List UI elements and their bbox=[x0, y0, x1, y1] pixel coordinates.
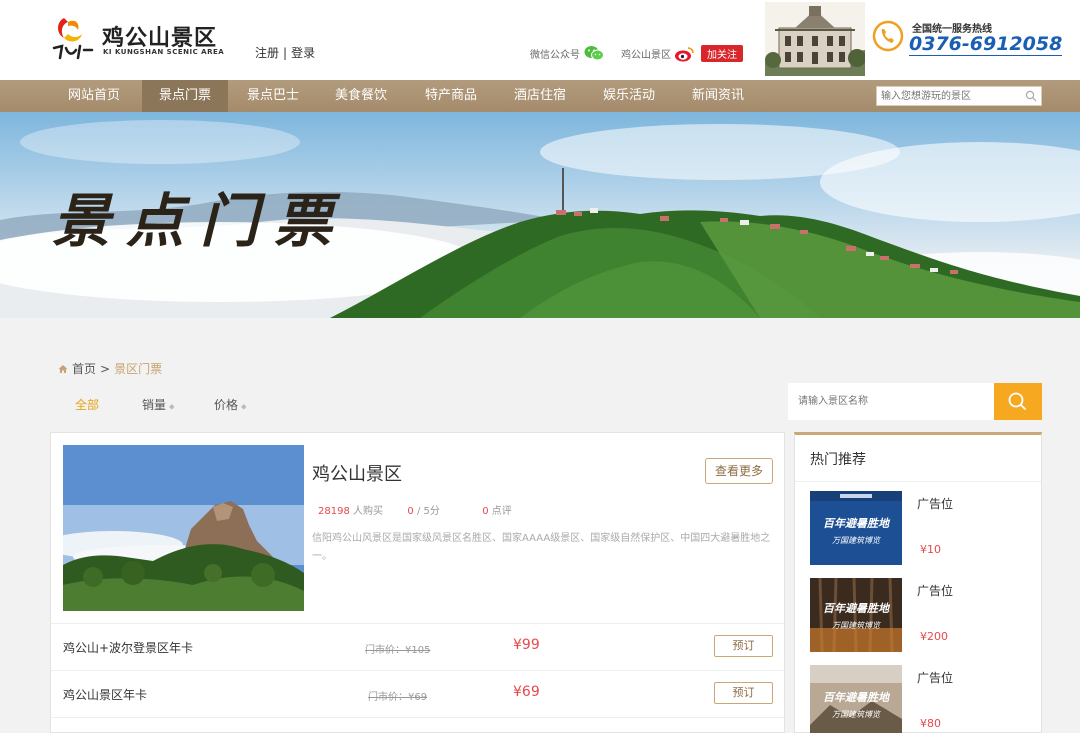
book-ticket-button[interactable]: 预订 bbox=[714, 682, 773, 704]
nav-item-entertainment[interactable]: 娱乐活动 bbox=[588, 80, 670, 112]
nav-item-tickets[interactable]: 景点门票 bbox=[142, 80, 228, 112]
scenic-spot-photo[interactable] bbox=[63, 445, 304, 611]
logo-english-name: KI KUNGSHAN SCENIC AREA bbox=[103, 48, 225, 56]
ad-thumbnail: 百年避暑胜地 万国建筑博览 bbox=[810, 578, 902, 652]
filter-price[interactable]: 价格 ⬥ bbox=[214, 396, 247, 413]
weibo-icon bbox=[675, 46, 694, 61]
ad-image-text: 万国建筑博览 bbox=[832, 621, 881, 630]
ticket-row: 鸡公山景区年卡 门市价：¥69 ¥69 预订 bbox=[51, 670, 784, 717]
review-count: 0 bbox=[482, 506, 489, 517]
banner-title: 景点门票 bbox=[52, 187, 349, 255]
filter-price-label: 价格 bbox=[214, 398, 239, 412]
ad-image: 百年避暑胜地 万国建筑博览 bbox=[810, 578, 902, 652]
register-link[interactable]: 注册 bbox=[255, 46, 279, 60]
wechat-icon bbox=[584, 46, 604, 61]
ad-image: 百年避暑胜地 万国建筑博览 bbox=[810, 491, 902, 565]
buyers-count: 28198 bbox=[318, 506, 350, 517]
ticket-price: ¥99 bbox=[513, 637, 540, 653]
ad-item[interactable]: 百年避暑胜地 万国建筑博览 广告位 ¥80 bbox=[810, 665, 1040, 733]
scenic-search-box bbox=[788, 383, 1042, 420]
sidebar-divider bbox=[795, 481, 1041, 482]
sort-arrow-icon: ⬥ bbox=[241, 402, 247, 411]
wechat-label: 微信公众号 bbox=[530, 49, 580, 61]
filter-all-label: 全部 bbox=[75, 398, 100, 412]
ad-thumbnail: 百年避暑胜地 万国建筑博览 bbox=[810, 665, 902, 733]
ad-image-text: 万国建筑博览 bbox=[832, 710, 881, 719]
scenic-search-input[interactable] bbox=[788, 383, 994, 420]
ticket-price: ¥69 bbox=[513, 684, 540, 700]
wechat-link[interactable]: 微信公众号 bbox=[530, 45, 604, 61]
nav-search-box bbox=[876, 86, 1042, 106]
service-hotline: 全国统一服务热线 0376-6912058 bbox=[872, 18, 1063, 62]
rooster-logo-icon bbox=[52, 18, 94, 60]
ticket-name: 鸡公山+波尔登景区年卡 bbox=[63, 641, 194, 655]
follow-weibo-button[interactable]: 加关注 bbox=[701, 45, 743, 62]
main-nav: 网站首页 景点门票 景点巴士 美食餐饮 特产商品 酒店住宿 娱乐活动 新闻资讯 bbox=[0, 80, 1080, 112]
ticket-market-price: 门市价：¥105 bbox=[365, 645, 431, 656]
site-header: 鸡公山景区 KI KUNGSHAN SCENIC AREA 注册 | 登录 微信公众… bbox=[0, 0, 1080, 80]
view-more-button[interactable]: 查看更多 bbox=[705, 458, 773, 484]
rating-suffix: / 5分 bbox=[416, 506, 440, 517]
login-link[interactable]: 登录 bbox=[291, 46, 315, 60]
nav-item-bus[interactable]: 景点巴士 bbox=[232, 80, 314, 112]
sidebar-title: 热门推荐 bbox=[810, 452, 866, 468]
ticket-row: 鸡公山+波尔登景区年卡 门市价：¥105 ¥99 预订 bbox=[51, 623, 784, 670]
ticket-name: 鸡公山景区年卡 bbox=[63, 688, 148, 702]
nav-item-specialties[interactable]: 特产商品 bbox=[410, 80, 492, 112]
historic-building-image bbox=[765, 2, 865, 76]
nav-item-dining[interactable]: 美食餐饮 bbox=[320, 80, 402, 112]
ticket-row bbox=[51, 717, 784, 733]
weibo-label: 鸡公山景区 bbox=[621, 50, 671, 61]
ad-price: ¥80 bbox=[920, 717, 941, 730]
ad-thumbnail: 百年避暑胜地 万国建筑博览 bbox=[810, 491, 902, 565]
ad-label: 广告位 bbox=[917, 671, 954, 685]
scenic-spot-stats: 28198 人购买 0 / 5分 0 点评 bbox=[318, 502, 512, 517]
nav-item-news[interactable]: 新闻资讯 bbox=[677, 80, 759, 112]
ad-item[interactable]: 百年避暑胜地 万国建筑博览 广告位 ¥200 bbox=[810, 578, 1040, 658]
filter-all[interactable]: 全部 bbox=[75, 396, 99, 413]
hot-recommend-sidebar: 热门推荐 百年避暑胜地 万国建筑博览 广告位 ¥10 百年避暑胜地 万国建筑博览 bbox=[794, 432, 1042, 733]
sort-arrow-icon: ⬥ bbox=[169, 402, 175, 411]
phone-icon bbox=[872, 20, 904, 52]
weibo-link[interactable]: 鸡公山景区 加关注 bbox=[621, 45, 743, 62]
hotline-number[interactable]: 0376-6912058 bbox=[909, 33, 1063, 56]
nav-search-input[interactable] bbox=[877, 87, 1022, 105]
ad-label: 广告位 bbox=[917, 497, 954, 511]
scenic-spot-description: 信阳鸡公山风景区是国家级风景区名胜区、国家AAAA级景区、国家级自然保护区、中国… bbox=[312, 533, 771, 562]
buyers-suffix: 人购买 bbox=[353, 506, 383, 517]
ad-label: 广告位 bbox=[917, 584, 954, 598]
mountain-peak-image bbox=[63, 445, 304, 611]
ad-image-text: 万国建筑博览 bbox=[832, 536, 881, 545]
ad-price: ¥10 bbox=[920, 543, 941, 556]
search-icon bbox=[1008, 392, 1026, 410]
breadcrumb-current: 景区门票 bbox=[114, 362, 163, 376]
ad-item[interactable]: 百年避暑胜地 万国建筑博览 广告位 ¥10 bbox=[810, 491, 1040, 571]
ad-image-text: 百年避暑胜地 bbox=[823, 691, 891, 704]
breadcrumb: 首页 > 景区门票 bbox=[58, 360, 162, 377]
scenic-spot-card: 鸡公山景区 查看更多 28198 人购买 0 / 5分 0 点评 信阳鸡公山风景… bbox=[50, 432, 785, 733]
breadcrumb-separator: > bbox=[100, 361, 111, 376]
nav-item-home[interactable]: 网站首页 bbox=[53, 80, 135, 112]
scenic-spot-title[interactable]: 鸡公山景区 bbox=[312, 460, 402, 486]
auth-links: 注册 | 登录 bbox=[255, 44, 315, 61]
filter-sales[interactable]: 销量 ⬥ bbox=[142, 396, 175, 413]
ad-price: ¥200 bbox=[920, 630, 948, 643]
home-icon bbox=[58, 364, 68, 373]
nav-item-hotels[interactable]: 酒店住宿 bbox=[499, 80, 581, 112]
ad-image-text: 百年避暑胜地 bbox=[823, 602, 891, 615]
review-suffix: 点评 bbox=[491, 506, 512, 517]
ad-image-text: 百年避暑胜地 bbox=[823, 517, 891, 530]
auth-separator: | bbox=[283, 46, 288, 60]
search-icon[interactable] bbox=[1025, 90, 1037, 102]
breadcrumb-home[interactable]: 首页 bbox=[72, 360, 96, 377]
ad-image: 百年避暑胜地 万国建筑博览 bbox=[810, 665, 902, 733]
site-logo[interactable]: 鸡公山景区 KI KUNGSHAN SCENIC AREA bbox=[50, 14, 224, 64]
ticket-market-price: 门市价：¥69 bbox=[368, 692, 428, 703]
book-ticket-button[interactable]: 预订 bbox=[714, 635, 773, 657]
page-banner: 景点门票 bbox=[0, 112, 1080, 318]
filter-sales-label: 销量 bbox=[142, 398, 167, 412]
scenic-search-button[interactable] bbox=[994, 383, 1042, 420]
rating-score: 0 bbox=[407, 506, 414, 517]
